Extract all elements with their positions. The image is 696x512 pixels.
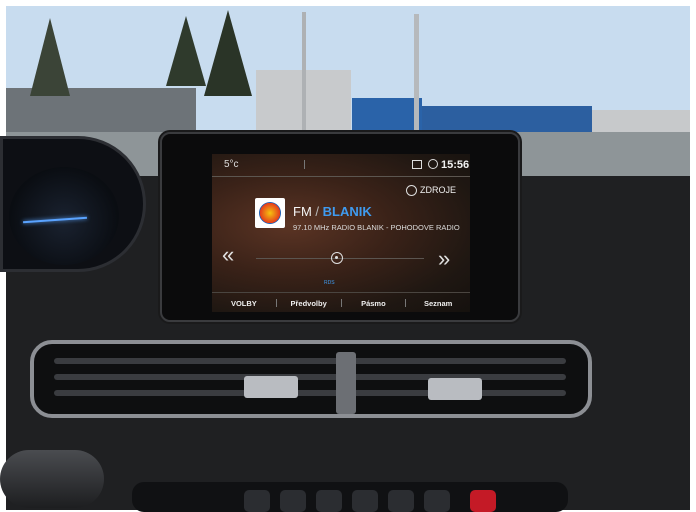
status-bar: 5°c 15:56 — [212, 154, 470, 177]
climate-shortcut-button[interactable] — [280, 490, 306, 512]
vent-slat — [54, 358, 566, 364]
vent-right-tab[interactable] — [428, 378, 482, 400]
car-shortcut-button[interactable] — [352, 490, 378, 512]
menu-pasmo[interactable]: Pásmo — [342, 299, 406, 308]
frequency-info: 97.10 MHz RADIO BLANIK - POHODOVE RADIO — [293, 223, 460, 232]
station-name: BLANIK — [322, 204, 372, 219]
fan-shortcut-button[interactable] — [316, 490, 342, 512]
switch-panel — [132, 482, 568, 512]
seek-back-icon: « — [222, 242, 235, 267]
station-logo — [255, 198, 285, 228]
vent-left-tab[interactable] — [244, 376, 298, 398]
menu-predvolby[interactable]: Předvolby — [277, 299, 341, 308]
vent-slat — [54, 374, 566, 380]
stalk-knob — [0, 450, 104, 508]
seek-back-button[interactable]: « — [222, 242, 235, 268]
rds-indicator: RDS — [324, 280, 335, 286]
instrument-cluster — [0, 136, 146, 272]
menu-volby[interactable]: VOLBY — [212, 299, 276, 308]
frequency-slider-knob[interactable] — [331, 252, 343, 264]
band-separator: / — [315, 204, 320, 219]
music-shortcut-button[interactable] — [244, 490, 270, 512]
vent-slat — [54, 390, 566, 396]
broadcast-icon — [406, 184, 417, 196]
menu-seznam[interactable]: Seznam — [406, 299, 470, 308]
clock-time: 15:56 — [441, 159, 470, 171]
source-button[interactable]: ZDROJE — [406, 182, 456, 198]
phone-shortcut-button[interactable] — [388, 490, 414, 512]
infotainment-screen: 5°c 15:56 ZDROJE FM / BLANIK 97.10 MHz R… — [212, 154, 470, 312]
bottom-menu: VOLBY Předvolby Pásmo Seznam — [212, 292, 470, 312]
band-label: FM — [293, 204, 312, 219]
vent-divider — [336, 352, 356, 414]
sun-logo-icon — [259, 202, 281, 224]
band-station-line: FM / BLANIK — [293, 204, 372, 219]
speedometer-gauge — [9, 167, 119, 265]
status-divider — [304, 160, 305, 169]
seek-forward-button[interactable]: » — [438, 246, 451, 272]
notification-icon[interactable] — [412, 160, 422, 169]
seek-forward-icon: » — [438, 246, 451, 271]
outside-temperature: 5°c — [224, 159, 239, 170]
source-label: ZDROJE — [420, 185, 456, 195]
hazard-button[interactable] — [470, 490, 496, 512]
clock-icon — [428, 159, 438, 169]
apps-shortcut-button[interactable] — [424, 490, 450, 512]
